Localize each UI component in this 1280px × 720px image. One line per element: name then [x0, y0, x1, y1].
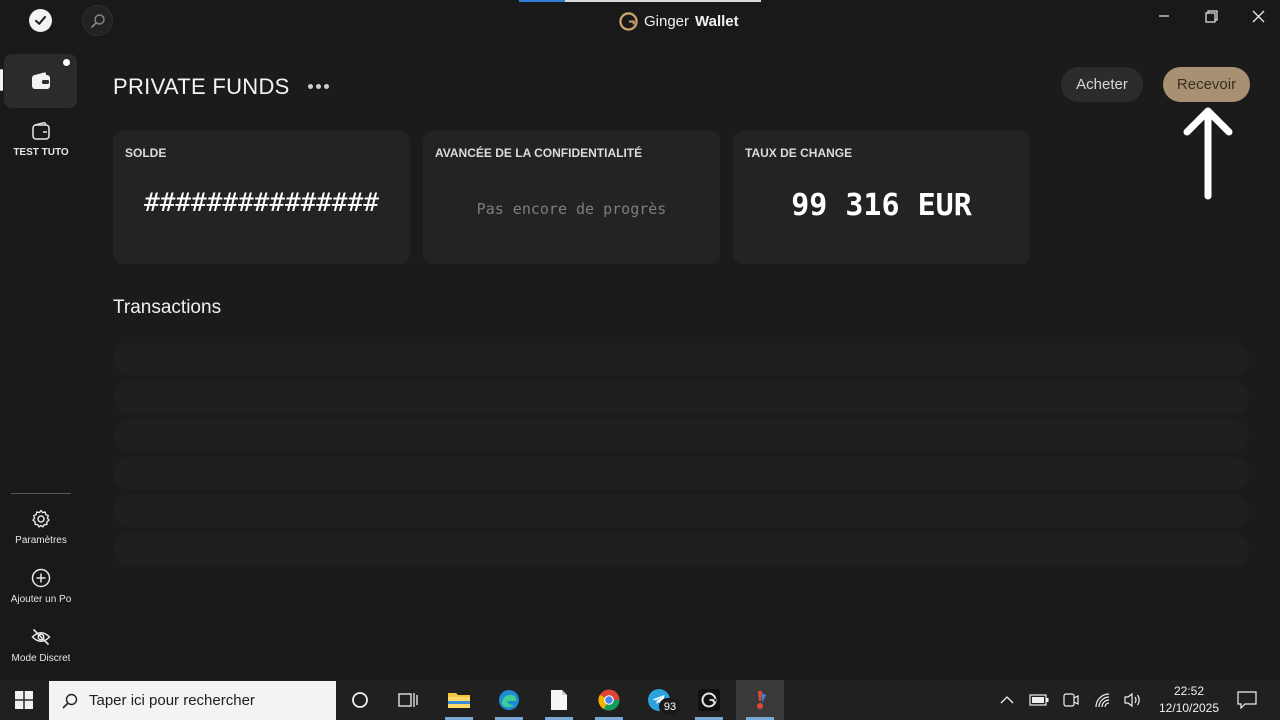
cortana-button[interactable]	[337, 680, 383, 720]
recorder-icon	[757, 691, 766, 709]
chrome-icon	[598, 689, 620, 711]
close-button[interactable]	[1235, 4, 1280, 28]
transaction-skeleton-row	[114, 381, 1249, 414]
sidebar-item-label: Paramètres	[15, 535, 67, 546]
sidebar-divider	[11, 493, 71, 494]
more-dot	[323, 83, 329, 89]
restore-button[interactable]	[1188, 4, 1234, 28]
search-icon[interactable]	[82, 5, 113, 36]
transaction-skeleton-row	[114, 343, 1249, 376]
start-button[interactable]	[0, 680, 48, 720]
chrome-button[interactable]	[586, 680, 632, 720]
video-call-icon	[1063, 693, 1079, 707]
search-icon	[62, 693, 78, 709]
chevron-up-icon	[1000, 696, 1014, 704]
tile-value: 99 316 EUR	[733, 188, 1030, 223]
balance-hidden-value: ###############	[144, 188, 379, 218]
minimize-button[interactable]	[1141, 4, 1187, 28]
telegram-unread-badge: 93	[659, 698, 681, 715]
notification-center-icon	[1237, 691, 1257, 709]
taskbar-search-box[interactable]: Taper ici pour rechercher	[49, 681, 336, 720]
sidebar-item-label: TEST TUTO	[13, 147, 69, 158]
notification-dot	[63, 59, 70, 66]
navigation-rail: TEST TUTO Paramètres Ajouter un Po Mode …	[0, 42, 82, 680]
exchange-rate-tile: TAUX DE CHANGE 99 316 EUR	[733, 131, 1030, 264]
minimize-icon	[1159, 15, 1169, 17]
buy-button[interactable]: Acheter	[1061, 67, 1143, 102]
document-icon	[551, 690, 567, 710]
privacy-progress-tile: AVANCÉE DE LA CONFIDENTIALITÉ Pas encore…	[423, 131, 720, 264]
volume-control[interactable]	[1122, 680, 1144, 720]
notepad-button[interactable]	[536, 680, 582, 720]
sidebar-item-label: Mode Discret	[11, 653, 71, 664]
brand-name-bold: Wallet	[695, 12, 739, 30]
active-indicator	[0, 69, 3, 91]
transaction-skeleton-row	[114, 457, 1249, 490]
sidebar-item-settings[interactable]: Paramètres	[0, 508, 82, 546]
show-hidden-icons-button[interactable]	[996, 680, 1018, 720]
windows-taskbar: Taper ici pour rechercher 22:52 12/10/20…	[0, 680, 1280, 720]
meet-now-button[interactable]	[1060, 680, 1082, 720]
restore-icon	[1204, 9, 1218, 23]
task-view-button[interactable]	[385, 680, 431, 720]
balance-tile: SOLDE ###############	[113, 131, 410, 264]
battery-icon	[1029, 694, 1049, 706]
loading-progress-fill	[519, 0, 565, 2]
tile-title: SOLDE	[125, 146, 167, 160]
taskbar-clock[interactable]: 22:52 12/10/2025	[1150, 683, 1228, 717]
sidebar-item-test-tuto[interactable]: TEST TUTO	[0, 120, 82, 158]
edge-icon	[499, 690, 519, 710]
brand-name: Ginger	[644, 12, 690, 30]
search-placeholder: Taper ici pour rechercher	[89, 692, 255, 709]
close-icon	[1252, 10, 1264, 22]
more-dot	[315, 83, 321, 89]
ginger-app-icon	[698, 689, 720, 711]
sidebar-item-label: Ajouter un Po	[10, 594, 72, 605]
battery-status[interactable]	[1028, 680, 1050, 720]
tile-value: ###############	[113, 188, 410, 218]
wallet-icon	[32, 121, 50, 140]
checkmark-icon[interactable]	[29, 9, 52, 32]
network-status[interactable]	[1092, 680, 1114, 720]
wifi-icon	[1095, 693, 1110, 708]
tile-value: Pas encore de progrès	[423, 188, 720, 218]
ginger-logo-icon	[619, 11, 638, 31]
folder-icon	[448, 693, 470, 708]
recording-app-button[interactable]	[736, 680, 784, 720]
receive-button[interactable]: Recevoir	[1163, 67, 1250, 102]
speaker-icon	[1124, 692, 1140, 708]
task-view-icon	[398, 693, 418, 707]
add-circle-icon	[31, 568, 51, 588]
sidebar-item-add-wallet[interactable]: Ajouter un Po	[0, 567, 82, 605]
transaction-skeleton-row	[114, 419, 1249, 452]
loading-progress-bar	[519, 0, 761, 2]
transaction-skeleton-row	[114, 533, 1249, 566]
title-bar: Ginger Wallet	[0, 0, 1280, 42]
sidebar-item-discreet-mode[interactable]: Mode Discret	[0, 626, 82, 664]
transaction-skeleton-row	[114, 495, 1249, 528]
windows-logo-icon	[15, 691, 33, 709]
more-dot	[307, 83, 313, 89]
clock-date: 12/10/2025	[1158, 701, 1220, 715]
clock-time: 22:52	[1173, 684, 1205, 698]
tile-title: TAUX DE CHANGE	[745, 146, 853, 160]
transactions-heading: Transactions	[113, 297, 222, 318]
page-title: PRIVATE FUNDS	[113, 74, 290, 99]
app-brand: Ginger Wallet	[619, 10, 739, 32]
gear-icon	[32, 509, 50, 528]
eye-off-icon	[31, 628, 51, 646]
wallet-filled-icon	[31, 72, 50, 89]
exchange-rate-value: 99 316 EUR	[791, 188, 972, 223]
privacy-progress-text: Pas encore de progrès	[476, 200, 667, 218]
cortana-circle-icon	[352, 692, 368, 708]
tile-title: AVANCÉE DE LA CONFIDENTIALITÉ	[435, 146, 643, 160]
ginger-wallet-taskbar-button[interactable]	[686, 680, 732, 720]
edge-browser-button[interactable]	[486, 680, 532, 720]
file-explorer-button[interactable]	[436, 680, 482, 720]
more-options-button[interactable]	[304, 76, 332, 96]
notifications-button[interactable]	[1234, 680, 1260, 720]
arrow-up-icon	[1183, 107, 1233, 200]
